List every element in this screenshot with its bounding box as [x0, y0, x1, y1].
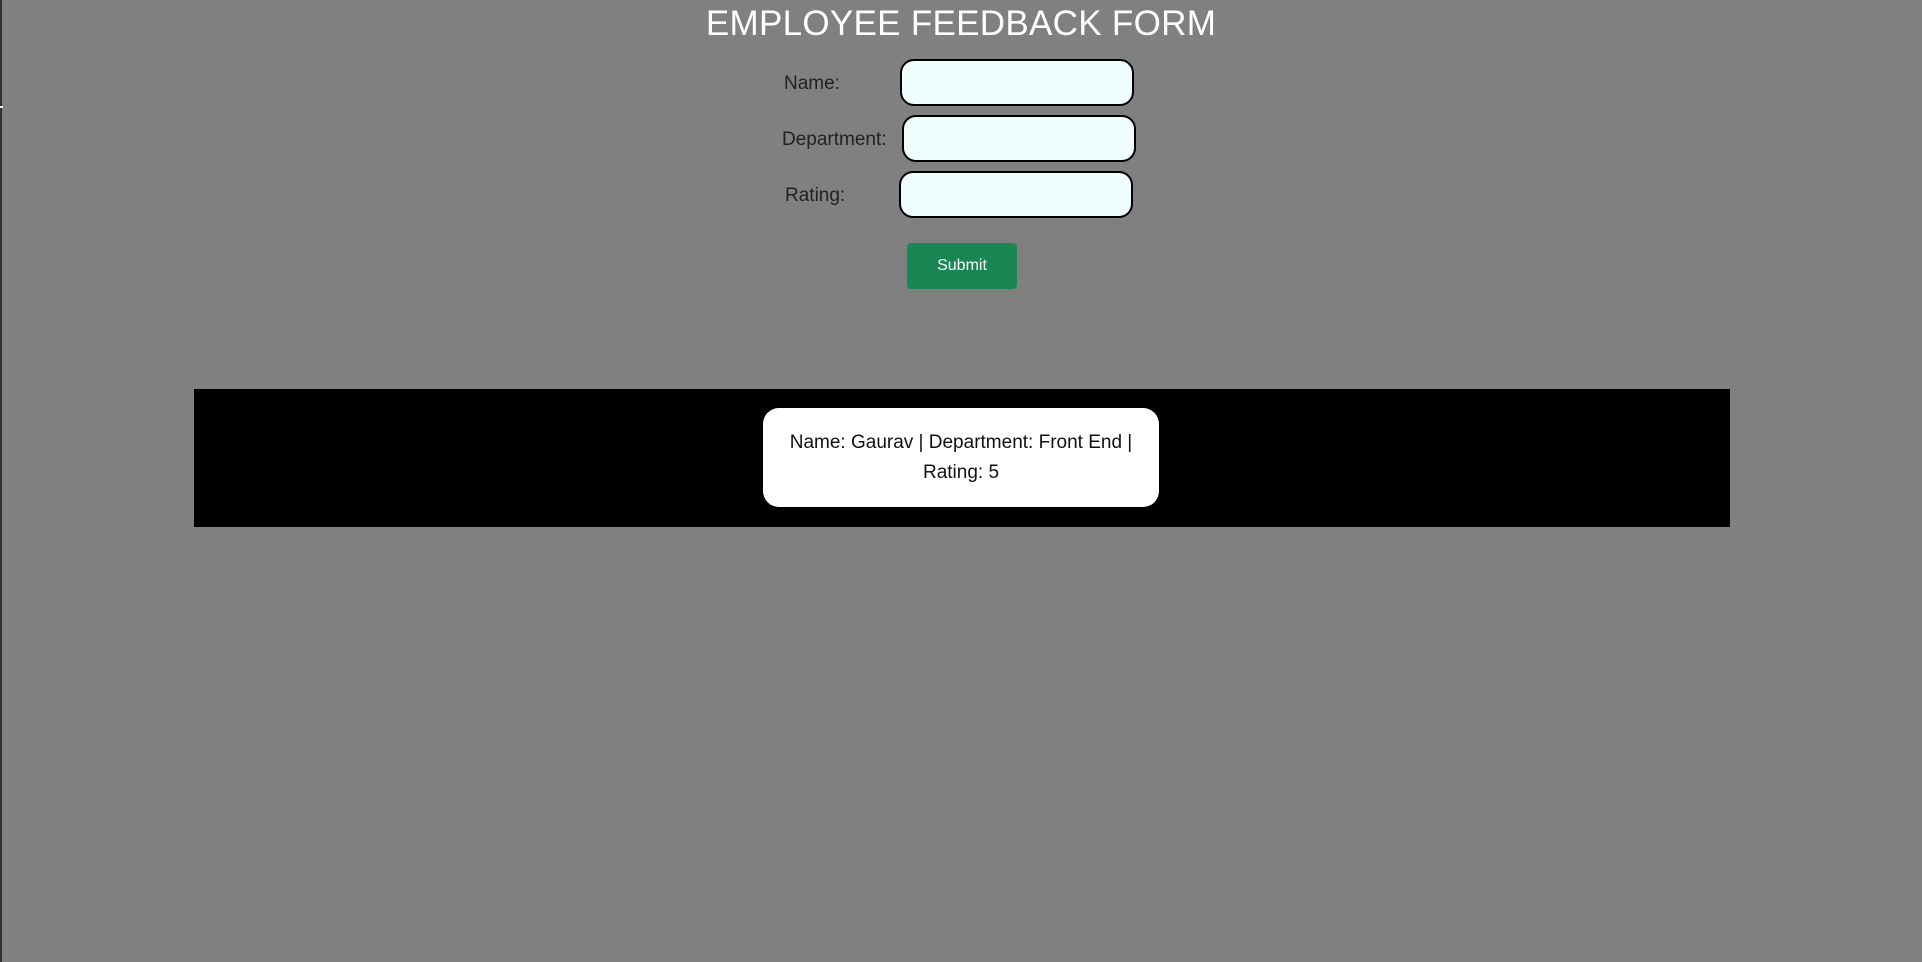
window-edge-marker — [0, 106, 3, 108]
feedback-result-text: Name: Gaurav | Department: Front End | R… — [789, 432, 1133, 483]
window-left-border — [0, 0, 2, 962]
name-input[interactable] — [900, 59, 1134, 106]
submit-button[interactable]: Submit — [907, 243, 1017, 289]
rating-input[interactable] — [899, 171, 1133, 218]
department-label: Department: — [782, 129, 887, 150]
feedback-result-card: Name: Gaurav | Department: Front End | R… — [763, 408, 1159, 507]
feedback-results-panel: Name: Gaurav | Department: Front End | R… — [194, 389, 1730, 527]
name-label: Name: — [784, 73, 840, 94]
department-input[interactable] — [902, 115, 1136, 162]
page-title: EMPLOYEE FEEDBACK FORM — [705, 4, 1217, 43]
rating-label: Rating: — [785, 185, 846, 206]
